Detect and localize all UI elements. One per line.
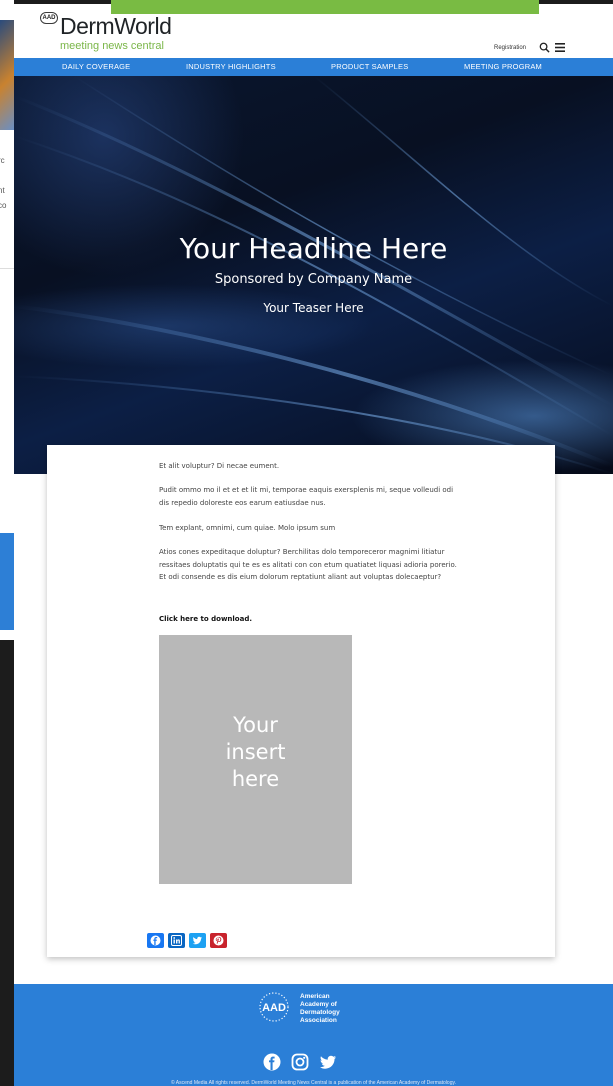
- aad-logo-text: AAD: [262, 1002, 286, 1014]
- twitter-icon[interactable]: [319, 1053, 337, 1071]
- aad-org-name-line: Academy of: [300, 1001, 337, 1008]
- download-link[interactable]: Click here to download.: [159, 613, 459, 626]
- background-snippet: rc: [0, 156, 5, 165]
- nav-item-meeting-program[interactable]: Meeting Program: [464, 58, 542, 76]
- footer-copyright: © Ascend Media All rights reserved. Derm…: [170, 1080, 456, 1086]
- search-icon[interactable]: [539, 42, 550, 53]
- aad-logo-icon[interactable]: AAD: [254, 991, 294, 1023]
- site-logo-title[interactable]: DermWorld: [60, 13, 172, 40]
- aad-org-name: American Academy of Dermatology Associat…: [300, 993, 340, 1025]
- aad-org-name-line: Dermatology: [300, 1009, 340, 1016]
- aad-org-name-line: Association: [300, 1017, 337, 1024]
- site-footer: AAD American Academy of Dermatology Asso…: [14, 984, 613, 1086]
- insert-placeholder-text: Your insert here: [225, 713, 286, 791]
- share-facebook-button[interactable]: [147, 933, 164, 948]
- pinterest-icon: [213, 935, 224, 946]
- facebook-icon[interactable]: [263, 1053, 281, 1071]
- linkedin-icon: [171, 935, 182, 946]
- green-top-tab: [111, 0, 539, 14]
- aad-org-name-line: American: [300, 993, 330, 1000]
- share-pinterest-button[interactable]: [210, 933, 227, 948]
- article-card: Et alit voluptur? Di necae eument. Pudit…: [47, 445, 555, 957]
- registration-link[interactable]: Registration: [494, 45, 526, 51]
- background-snippet: co: [0, 201, 7, 210]
- nav-item-product-samples[interactable]: Product Samples: [331, 58, 408, 76]
- article-paragraph: Pudit ommo mo il et et et lit mi, tempor…: [159, 486, 454, 507]
- hamburger-menu-icon[interactable]: [555, 43, 565, 52]
- background-divider: [0, 268, 14, 269]
- article-paragraph: Atios cones expeditaque doluptur? Berchi…: [159, 548, 457, 581]
- twitter-icon: [192, 936, 202, 945]
- hero-sponsor: Sponsored by Company Name: [214, 272, 413, 287]
- background-thumbnail: [0, 20, 14, 130]
- hero-teaser: Your Teaser Here: [263, 301, 364, 315]
- aad-badge: AAD: [40, 12, 58, 24]
- hero-banner: Your Headline Here Sponsored by Company …: [14, 76, 613, 474]
- background-page: rc nt co: [0, 0, 14, 640]
- instagram-icon[interactable]: [291, 1053, 309, 1071]
- nav-item-industry-highlights[interactable]: Industry Highlights: [186, 58, 276, 76]
- article-paragraph: Et alit voluptur? Di necae eument.: [159, 462, 280, 470]
- hero-headline: Your Headline Here: [179, 232, 448, 265]
- insert-placeholder: Your insert here: [159, 635, 352, 884]
- webpage-window: AAD DermWorld meeting news central Regis…: [14, 4, 613, 1086]
- share-linkedin-button[interactable]: [168, 933, 185, 948]
- article-paragraph: Tem explant, omnimi, cum quiae. Molo ips…: [159, 524, 336, 532]
- facebook-icon: [150, 935, 161, 946]
- site-logo-subtitle: meeting news central: [60, 40, 164, 52]
- nav-item-daily-coverage[interactable]: Daily Coverage: [62, 58, 130, 76]
- background-snippet: nt: [0, 186, 5, 195]
- main-navigation: Daily Coverage Industry Highlights Produ…: [14, 58, 613, 76]
- background-blue-block: [0, 533, 14, 630]
- share-twitter-button[interactable]: [189, 933, 206, 948]
